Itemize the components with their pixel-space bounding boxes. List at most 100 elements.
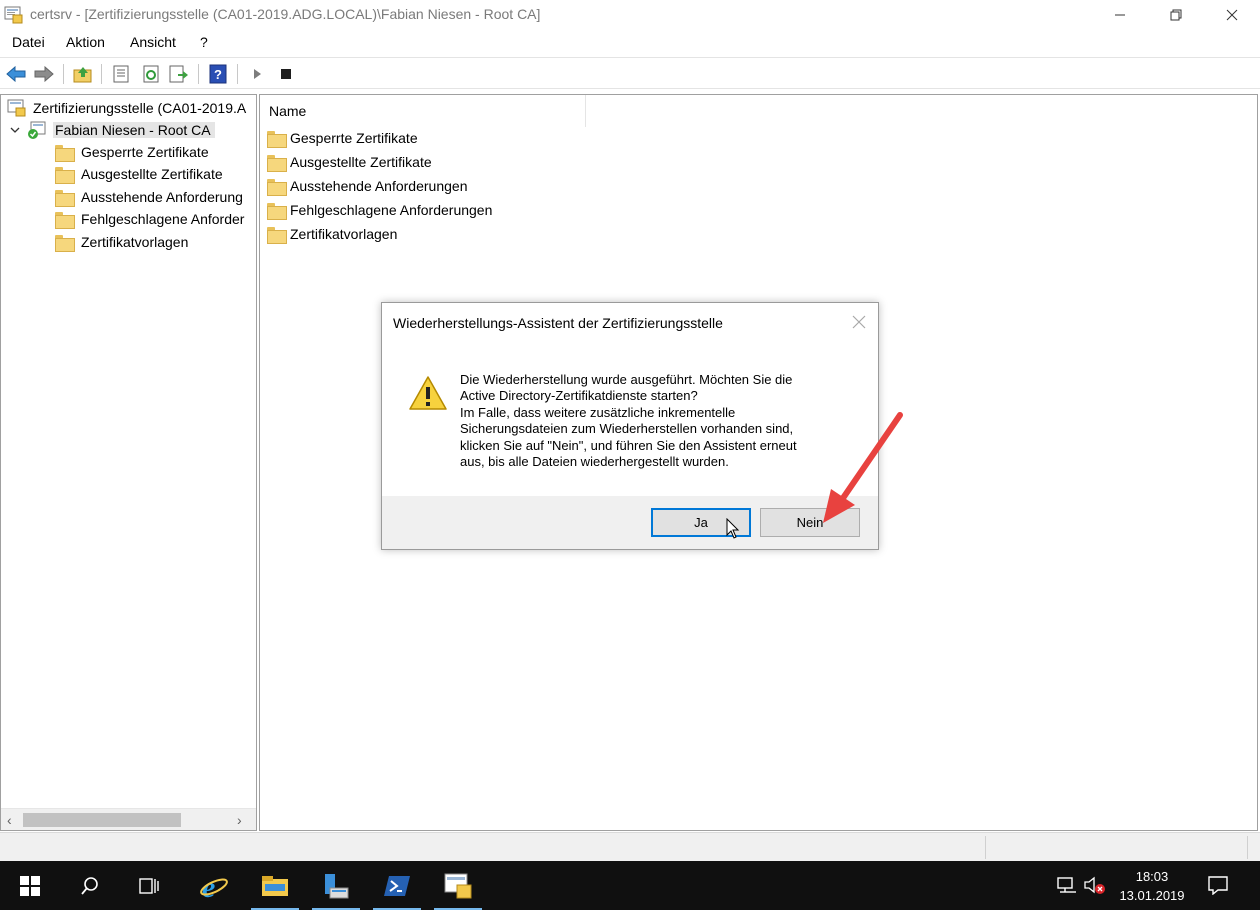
taskbar: e 18:03 13.01.2019: [0, 861, 1260, 910]
stop-service-icon: [281, 69, 291, 79]
restore-wizard-dialog: Wiederherstellungs-Assistent der Zertifi…: [381, 302, 879, 550]
menu-datei[interactable]: Datei: [12, 34, 45, 50]
tree-ca-label: Fabian Niesen - Root CA: [53, 122, 215, 138]
network-icon: [1057, 877, 1076, 893]
svg-text:e: e: [202, 871, 215, 901]
list-item[interactable]: Ausgestellte Zertifikate: [267, 151, 432, 173]
folder-icon: [55, 189, 75, 207]
tree-item-gesperrte[interactable]: Gesperrte Zertifikate: [55, 141, 209, 163]
tree-item-fehlgeschlagene[interactable]: Fehlgeschlagene Anforder: [55, 208, 244, 230]
list-item-label: Ausstehende Anforderungen: [290, 178, 468, 194]
chevron-down-icon[interactable]: [9, 124, 21, 136]
dialog-close-icon[interactable]: [850, 313, 868, 331]
help-icon: ?: [209, 64, 227, 84]
status-divider: [985, 836, 986, 859]
folder-icon: [267, 178, 287, 196]
taskbar-certsrv[interactable]: [434, 861, 482, 910]
search-button[interactable]: [66, 861, 114, 910]
minimize-icon: [1115, 14, 1125, 16]
tree-ca-node[interactable]: Fabian Niesen - Root CA: [9, 119, 215, 141]
console-tree: Zertifizierungsstelle (CA01-2019.A Fabia…: [0, 94, 257, 831]
column-header-label: Name: [269, 103, 307, 119]
folder-icon: [55, 211, 75, 229]
list-item-label: Ausgestellte Zertifikate: [290, 154, 432, 170]
ca-running-icon: [28, 121, 46, 139]
folder-icon: [267, 154, 287, 172]
list-item-label: Zertifikatvorlagen: [290, 226, 398, 242]
scrollbar-thumb[interactable]: [23, 813, 181, 827]
taskbar-internet-explorer[interactable]: e: [190, 861, 238, 910]
notification-icon: [1208, 876, 1228, 895]
forward-button[interactable]: [33, 63, 55, 85]
menu-ansicht[interactable]: Ansicht: [130, 34, 176, 50]
warning-icon: [409, 376, 447, 410]
dialog-title: Wiederherstellungs-Assistent der Zertifi…: [393, 315, 723, 331]
toolbar-separator: [198, 64, 199, 84]
close-icon: [1226, 9, 1238, 21]
menu-help[interactable]: ?: [200, 34, 208, 50]
certification-authority-icon: [7, 99, 26, 117]
scroll-right-icon[interactable]: ›: [237, 812, 242, 828]
restore-button[interactable]: [1148, 0, 1204, 30]
folder-icon: [267, 130, 287, 148]
taskbar-file-explorer[interactable]: [251, 861, 299, 910]
clock-date: 13.01.2019: [1119, 888, 1185, 903]
taskbar-powershell[interactable]: [373, 861, 421, 910]
tree-item-ausstehende[interactable]: Ausstehende Anforderung: [55, 186, 243, 208]
list-item[interactable]: Gesperrte Zertifikate: [267, 127, 418, 149]
list-item[interactable]: Ausstehende Anforderungen: [267, 175, 467, 197]
task-view-icon: [139, 877, 159, 894]
properties-button[interactable]: [110, 63, 132, 85]
message-line: Sicherungsdateien zum Wiederherstellen v…: [460, 421, 794, 437]
taskbar-server-manager[interactable]: [312, 861, 360, 910]
menu-bar: Datei Aktion Ansicht ?: [0, 31, 1260, 56]
svg-text:?: ?: [214, 67, 222, 82]
toolbar-separator: [237, 64, 238, 84]
start-icon: [20, 875, 40, 896]
tree-root-label: Zertifizierungsstelle (CA01-2019.A: [33, 100, 247, 116]
server-manager-icon: [325, 873, 349, 898]
start-service-button[interactable]: [246, 63, 268, 85]
column-header-name[interactable]: Name: [260, 95, 586, 127]
message-line: klicken Sie auf "Nein", und führen Sie d…: [460, 437, 797, 453]
volume-muted-icon: [1084, 876, 1105, 894]
task-view-button[interactable]: [125, 861, 173, 910]
help-button[interactable]: ?: [207, 63, 229, 85]
menu-aktion[interactable]: Aktion: [66, 34, 105, 50]
mouse-cursor-icon: [726, 518, 740, 539]
restore-icon: [1170, 9, 1182, 21]
forward-icon: [34, 66, 54, 82]
message-line: Active Directory-Zertifikatdienste start…: [460, 388, 698, 404]
tree-item-ausgestellte[interactable]: Ausgestellte Zertifikate: [55, 163, 223, 185]
folder-icon: [267, 202, 287, 220]
status-divider: [1247, 836, 1248, 859]
start-service-icon: [254, 69, 261, 79]
export-list-button[interactable]: [168, 63, 190, 85]
list-item-label: Gesperrte Zertifikate: [290, 130, 418, 146]
clock-time: 18:03: [1135, 869, 1169, 884]
message-line: Die Wiederherstellung wurde ausgeführt. …: [460, 372, 793, 387]
taskbar-clock[interactable]: 18:03 13.01.2019: [1110, 867, 1194, 905]
stop-service-button[interactable]: [275, 63, 297, 85]
certsrv-icon: [444, 873, 472, 898]
toolbar-separator: [63, 64, 64, 84]
refresh-button[interactable]: [140, 63, 162, 85]
up-folder-button[interactable]: [72, 63, 94, 85]
action-center-button[interactable]: [1206, 873, 1230, 897]
back-button[interactable]: [5, 63, 27, 85]
list-item[interactable]: Fehlgeschlagene Anforderungen: [267, 199, 492, 221]
tree-item-vorlagen[interactable]: Zertifikatvorlagen: [55, 231, 188, 253]
volume-tray[interactable]: [1083, 873, 1107, 897]
list-item[interactable]: Zertifikatvorlagen: [267, 223, 397, 245]
horizontal-scrollbar[interactable]: ‹ ›: [1, 808, 256, 830]
minimize-button[interactable]: [1092, 0, 1148, 30]
start-button[interactable]: [6, 861, 54, 910]
network-tray[interactable]: [1055, 873, 1079, 897]
message-line: aus, bis alle Dateien wiederhergestellt …: [460, 454, 729, 470]
back-icon: [6, 66, 26, 82]
refresh-icon: [143, 65, 159, 83]
tree-item-label: Ausgestellte Zertifikate: [81, 166, 223, 182]
close-window-button[interactable]: [1204, 0, 1260, 30]
scroll-left-icon[interactable]: ‹: [7, 812, 12, 828]
tree-root[interactable]: Zertifizierungsstelle (CA01-2019.A: [7, 97, 246, 119]
